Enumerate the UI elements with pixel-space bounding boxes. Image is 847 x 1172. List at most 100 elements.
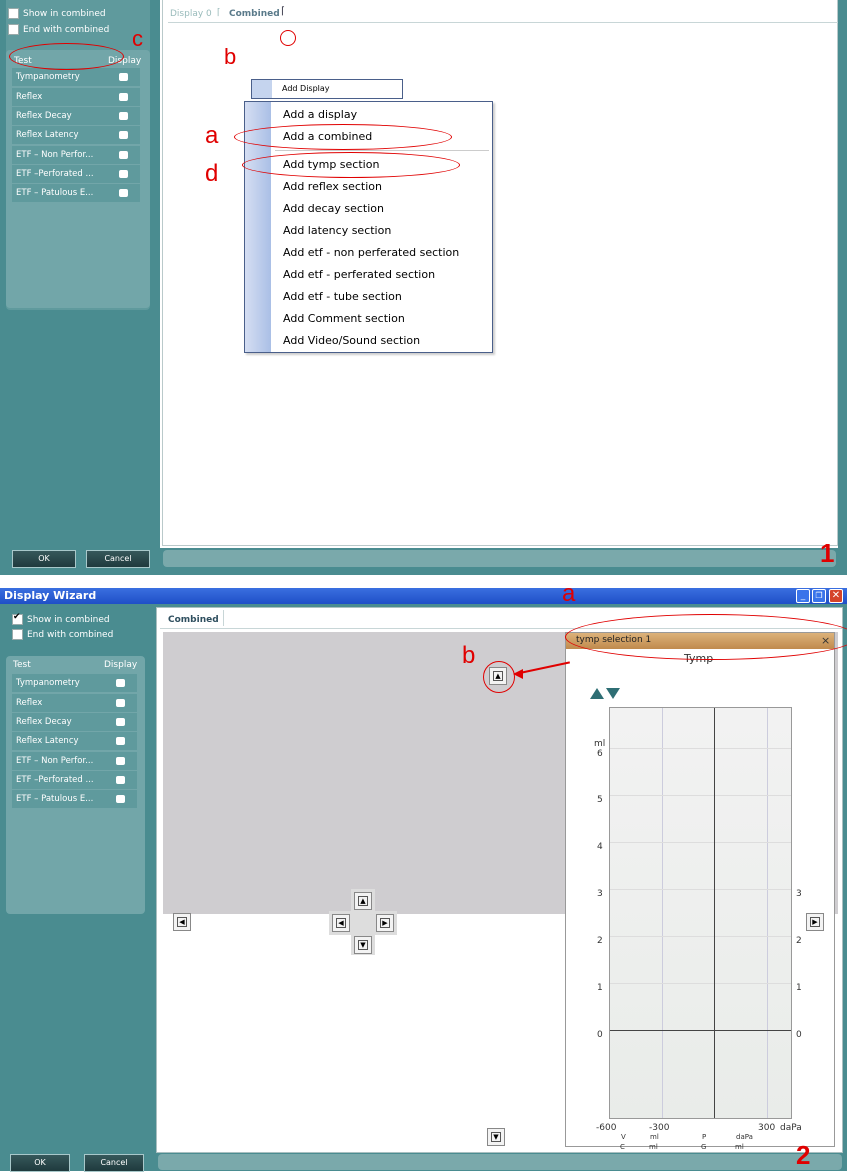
cancel-button[interactable]: Cancel	[84, 1154, 144, 1172]
tab-close-icon[interactable]: ⌈	[217, 8, 221, 18]
end-with-combined-checkbox[interactable]	[12, 628, 23, 640]
menu-add-display[interactable]: Add a display	[283, 108, 357, 121]
test-row-reflex-decay[interactable]: Reflex Decay	[12, 713, 137, 731]
end-with-combined-checkbox[interactable]	[8, 23, 19, 35]
show-in-combined-option[interactable]: Show in combined	[12, 612, 110, 625]
close-button[interactable]: ✕	[829, 589, 843, 603]
display-checkbox[interactable]	[116, 718, 125, 726]
display-checkbox[interactable]	[119, 170, 128, 178]
x-unit-label: daPa	[780, 1123, 802, 1133]
restore-button[interactable]: ❐	[812, 589, 826, 603]
menu-add-video-sound[interactable]: Add Video/Sound section	[283, 334, 420, 347]
screenshot-number-1: 1	[820, 538, 835, 568]
zero-pressure-line	[714, 708, 715, 1118]
cross-left-button[interactable]: ◀	[332, 914, 350, 932]
show-in-combined-checkbox[interactable]	[12, 612, 23, 625]
grid-line	[610, 748, 791, 749]
display-checkbox[interactable]	[116, 795, 125, 803]
grid-line	[767, 708, 768, 1118]
x-tick: -300	[649, 1123, 670, 1133]
y-tick-right: 1	[796, 983, 802, 993]
x-tick: 300	[758, 1123, 776, 1133]
ok-button[interactable]: OK	[10, 1154, 70, 1172]
y-tick: 6	[597, 749, 603, 759]
test-row-tympanometry[interactable]: Tympanometry	[12, 674, 137, 692]
cross-nav: ▲ ◀ ▶ ▼	[329, 889, 397, 955]
test-row-reflex-decay[interactable]: Reflex Decay	[12, 107, 140, 125]
display-checkbox[interactable]	[116, 679, 125, 687]
test-row-reflex-latency[interactable]: Reflex Latency	[12, 126, 140, 144]
display-checkbox[interactable]	[116, 699, 125, 707]
cross-right-button[interactable]: ▶	[376, 914, 394, 932]
display-checkbox[interactable]	[119, 131, 128, 139]
annotation-ellipse-d	[242, 152, 460, 178]
grid-line	[610, 795, 791, 796]
display-checkbox[interactable]	[119, 189, 128, 197]
arrow-right-icon: ▶	[810, 917, 820, 927]
plot-area	[609, 707, 792, 1119]
tab-combined[interactable]: Combined	[168, 615, 219, 625]
menu-add-latency[interactable]: Add latency section	[283, 224, 391, 237]
y-tick: 5	[597, 795, 603, 805]
display-checkbox[interactable]	[119, 151, 128, 159]
test-row-etf-perf[interactable]: ETF –Perforated ...	[12, 165, 140, 183]
test-row-tympanometry[interactable]: Tympanometry	[12, 68, 140, 86]
menu-add-decay[interactable]: Add decay section	[283, 202, 384, 215]
display-checkbox[interactable]	[116, 737, 125, 745]
menu-add-etf-non-perf[interactable]: Add etf - non perferated section	[283, 246, 459, 259]
move-down-button-bottom[interactable]: ▼	[487, 1128, 505, 1146]
cancel-button[interactable]: Cancel	[86, 550, 150, 568]
arrow-up-icon: ▲	[358, 896, 368, 906]
test-row-etf-patulous[interactable]: ETF – Patulous E...	[12, 790, 137, 808]
x-tick: -600	[596, 1123, 617, 1133]
screenshot-number-2: 2	[796, 1140, 811, 1170]
tab-combined[interactable]: Combined	[229, 9, 280, 19]
display-checkbox[interactable]	[119, 73, 128, 81]
annotation-ellipse-a	[565, 614, 847, 660]
test-row-etf-non-perf[interactable]: ETF – Non Perfor...	[12, 752, 137, 770]
menu-add-reflex[interactable]: Add reflex section	[283, 180, 382, 193]
triangle-up-icon[interactable]	[590, 688, 604, 699]
arrow-left-icon: ◀	[336, 918, 346, 928]
y-tick: 0	[597, 1030, 603, 1040]
test-row-etf-patulous[interactable]: ETF – Patulous E...	[12, 184, 140, 202]
tab-close-icon[interactable]: ⌈	[281, 6, 285, 17]
minimize-button[interactable]: _	[796, 589, 810, 603]
cross-down-button[interactable]: ▼	[354, 936, 372, 954]
annotation-circle-b	[483, 661, 515, 693]
annotation-label-a: a	[562, 580, 576, 607]
display-checkbox[interactable]	[119, 112, 128, 120]
move-left-button[interactable]: ◀	[173, 913, 191, 931]
test-row-etf-perf[interactable]: ETF –Perforated ...	[12, 771, 137, 789]
menu-add-etf-perf[interactable]: Add etf - perferated section	[283, 268, 435, 281]
end-with-combined-option[interactable]: End with combined	[8, 22, 109, 35]
annotation-circle-c	[9, 43, 124, 70]
display-checkbox[interactable]	[116, 776, 125, 784]
test-row-reflex[interactable]: Reflex	[12, 88, 140, 106]
display-checkbox[interactable]	[119, 93, 128, 101]
menu-add-comment[interactable]: Add Comment section	[283, 312, 405, 325]
move-right-button[interactable]: ▶	[806, 913, 824, 931]
screenshot-2: Display Wizard _ ❐ ✕ Show in combined En…	[0, 580, 847, 1172]
annotation-label-b: b	[224, 44, 237, 69]
add-display-submenu[interactable]: Add Display	[251, 79, 403, 99]
display-checkbox[interactable]	[116, 757, 125, 765]
annotation-label-d: d	[205, 160, 219, 187]
test-row-etf-non-perf[interactable]: ETF – Non Perfor...	[12, 146, 140, 164]
tab-display0[interactable]: Display 0	[170, 9, 212, 19]
menu-add-etf-tube[interactable]: Add etf - tube section	[283, 290, 402, 303]
annotation-label-c: c	[132, 26, 143, 51]
show-in-combined-checkbox[interactable]	[8, 7, 19, 19]
show-in-combined-option[interactable]: Show in combined	[8, 6, 106, 19]
ok-button[interactable]: OK	[12, 550, 76, 568]
submenu-title: Add Display	[282, 84, 330, 93]
test-row-reflex[interactable]: Reflex	[12, 694, 137, 712]
right-border	[838, 0, 847, 575]
arrow-down-icon: ▼	[358, 940, 368, 950]
triangle-down-icon[interactable]	[606, 688, 620, 699]
legend-g: G	[701, 1143, 707, 1151]
cross-up-button[interactable]: ▲	[354, 892, 372, 910]
tymp-panel: tymp selection 1 × Tymp ml 6 5 4 3 2 1 0…	[565, 632, 835, 1147]
end-with-combined-option[interactable]: End with combined	[12, 627, 113, 640]
test-row-reflex-latency[interactable]: Reflex Latency	[12, 732, 137, 750]
